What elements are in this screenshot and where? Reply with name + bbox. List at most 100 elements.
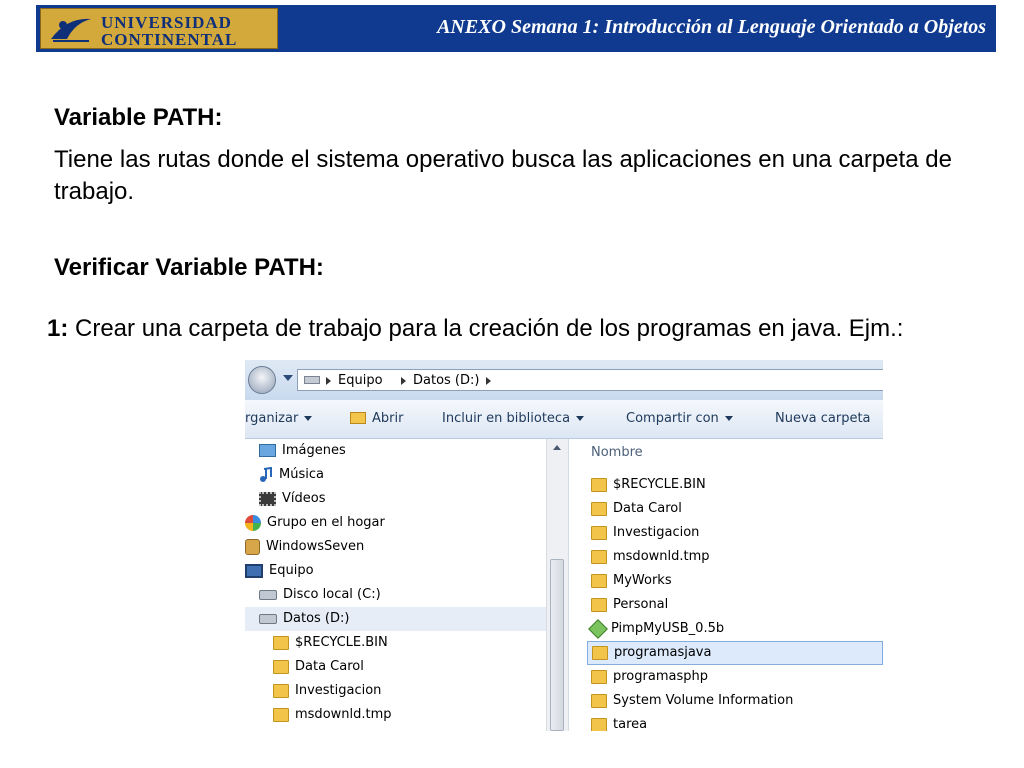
nav-item-imagenes[interactable]: Imágenes bbox=[259, 439, 346, 463]
file-item-tarea[interactable]: tarea bbox=[591, 713, 647, 731]
file-item-label: $RECYCLE.BIN bbox=[613, 477, 706, 492]
file-item-personal[interactable]: Personal bbox=[591, 593, 668, 617]
open-folder-icon bbox=[350, 412, 366, 424]
file-item-programasjava[interactable]: programasjava bbox=[587, 641, 883, 665]
file-item-pimpmyusb[interactable]: PimpMyUSB_0.5b bbox=[588, 617, 725, 641]
file-item-label: tarea bbox=[613, 717, 648, 731]
nav-item-data-carol[interactable]: Data Carol bbox=[273, 655, 364, 679]
nav-item-investigacion[interactable]: Investigacion bbox=[273, 679, 381, 703]
breadcrumb-arrow-icon[interactable] bbox=[401, 377, 406, 385]
logo-text-line2: CONTINENTAL bbox=[101, 30, 238, 49]
breadcrumb-datos[interactable]: Datos (D:) bbox=[413, 373, 479, 388]
file-item-label: programasjava bbox=[614, 645, 712, 660]
step-description: Crear una carpeta de trabajo para la cre… bbox=[68, 315, 904, 342]
file-item-data-carol[interactable]: Data Carol bbox=[591, 497, 682, 521]
user-icon bbox=[245, 538, 260, 555]
slide-title: ANEXO Semana 1: Introducción al Lenguaje… bbox=[437, 16, 986, 38]
folder-icon bbox=[591, 549, 607, 564]
drive-icon bbox=[259, 613, 277, 624]
nav-item-datos[interactable]: Datos (D:) bbox=[245, 607, 546, 631]
nav-item-disco-local[interactable]: Disco local (C:) bbox=[259, 583, 381, 607]
drive-icon bbox=[259, 589, 277, 600]
homegroup-icon bbox=[245, 514, 261, 531]
new-folder-button[interactable]: Nueva carpeta bbox=[775, 411, 871, 426]
nav-item-recycle-bin[interactable]: $RECYCLE.BIN bbox=[273, 631, 388, 655]
breadcrumb-arrow-icon[interactable] bbox=[486, 377, 491, 385]
share-button[interactable]: Compartir con bbox=[626, 411, 733, 426]
scroll-thumb[interactable] bbox=[550, 559, 564, 731]
include-library-button[interactable]: Incluir en biblioteca bbox=[442, 411, 585, 426]
folder-icon bbox=[273, 635, 289, 650]
address-bar-area: Equipo Datos (D:) bbox=[245, 360, 883, 400]
nav-item-label: Imágenes bbox=[282, 443, 346, 458]
nav-item-label: Data Carol bbox=[295, 659, 364, 674]
file-item-recycle-bin[interactable]: $RECYCLE.BIN bbox=[591, 473, 706, 497]
file-item-investigacion[interactable]: Investigacion bbox=[591, 521, 699, 545]
file-item-label: Data Carol bbox=[613, 501, 682, 516]
scroll-up-icon[interactable] bbox=[553, 445, 561, 450]
navigation-pane: Imágenes Música Vídeos Grupo en el hogar… bbox=[245, 439, 546, 731]
nav-item-label: Investigacion bbox=[295, 683, 382, 698]
nav-item-msdownld[interactable]: msdownld.tmp bbox=[273, 703, 392, 727]
share-label: Compartir con bbox=[626, 411, 719, 426]
folder-icon bbox=[273, 707, 289, 722]
nav-item-equipo[interactable]: Equipo bbox=[245, 559, 314, 583]
image-icon bbox=[259, 444, 276, 457]
open-label: Abrir bbox=[372, 411, 404, 426]
university-logo: UNIVERSIDAD CONTINENTAL bbox=[40, 8, 278, 49]
chevron-down-icon bbox=[576, 416, 585, 421]
organize-label: rganizar bbox=[245, 411, 299, 426]
folder-icon bbox=[591, 597, 607, 612]
drive-icon bbox=[304, 376, 320, 384]
organize-button[interactable]: rganizar bbox=[245, 411, 313, 426]
nav-item-musica[interactable]: Música bbox=[259, 463, 324, 487]
nav-item-videos[interactable]: Vídeos bbox=[259, 487, 325, 511]
nav-item-label: Música bbox=[279, 467, 324, 482]
chevron-down-icon bbox=[724, 416, 733, 421]
paragraph-path-description: Tiene las rutas donde el sistema operati… bbox=[54, 146, 952, 205]
file-item-programasphp[interactable]: programasphp bbox=[591, 665, 708, 689]
file-item-label: System Volume Information bbox=[613, 693, 794, 708]
nav-item-label: Datos (D:) bbox=[283, 611, 350, 626]
folder-icon bbox=[273, 683, 289, 698]
chevron-down-icon bbox=[304, 416, 313, 421]
file-item-label: PimpMyUSB_0.5b bbox=[611, 621, 725, 636]
nav-item-label: Grupo en el hogar bbox=[267, 515, 385, 530]
explorer-window: Equipo Datos (D:) rganizar Abrir Incluir… bbox=[245, 360, 883, 731]
folder-icon bbox=[273, 659, 289, 674]
folder-icon bbox=[591, 717, 607, 731]
usb-app-icon bbox=[588, 618, 608, 639]
command-toolbar: rganizar Abrir Incluir en biblioteca Com… bbox=[245, 400, 883, 439]
file-item-msdownld[interactable]: msdownld.tmp bbox=[591, 545, 710, 569]
file-item-label: msdownld.tmp bbox=[613, 549, 710, 564]
nav-item-windowsseven[interactable]: WindowsSeven bbox=[245, 535, 364, 559]
folder-icon bbox=[591, 525, 607, 540]
nav-item-label: msdownld.tmp bbox=[295, 707, 392, 722]
nav-item-label: Vídeos bbox=[282, 491, 326, 506]
folder-icon bbox=[591, 669, 607, 684]
nav-item-label: Equipo bbox=[269, 563, 314, 578]
breadcrumb-arrow-icon[interactable] bbox=[326, 377, 331, 385]
file-item-label: Personal bbox=[613, 597, 669, 612]
nav-scrollbar[interactable] bbox=[546, 439, 568, 731]
file-item-myworks[interactable]: MyWorks bbox=[591, 569, 672, 593]
nav-item-homegroup[interactable]: Grupo en el hogar bbox=[245, 511, 385, 535]
nav-item-label: $RECYCLE.BIN bbox=[295, 635, 388, 650]
file-item-system-volume[interactable]: System Volume Information bbox=[591, 689, 793, 713]
music-icon bbox=[259, 466, 273, 482]
nav-item-label: WindowsSeven bbox=[266, 539, 365, 554]
breadcrumb-equipo[interactable]: Equipo bbox=[338, 373, 383, 388]
folder-icon bbox=[591, 501, 607, 516]
history-dropdown-icon[interactable] bbox=[283, 375, 293, 381]
file-list-pane: Nombre $RECYCLE.BIN Data Carol Investiga… bbox=[569, 439, 883, 731]
address-box[interactable]: Equipo Datos (D:) bbox=[297, 369, 883, 391]
column-header-name[interactable]: Nombre bbox=[591, 445, 643, 460]
video-icon bbox=[259, 491, 276, 506]
folder-icon bbox=[591, 573, 607, 588]
step-number: 1: bbox=[47, 315, 69, 342]
file-item-label: MyWorks bbox=[613, 573, 672, 588]
open-button[interactable]: Abrir bbox=[350, 411, 403, 426]
computer-icon bbox=[245, 563, 263, 578]
back-button[interactable] bbox=[248, 366, 276, 394]
include-label: Incluir en biblioteca bbox=[442, 411, 571, 426]
